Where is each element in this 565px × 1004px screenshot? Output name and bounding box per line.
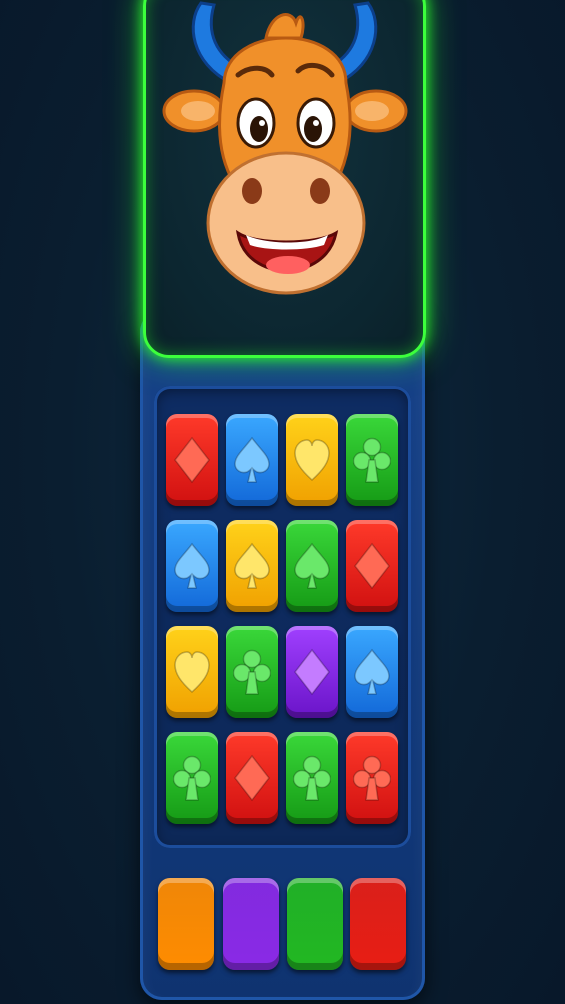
tile-green-club[interactable]	[346, 414, 398, 506]
palette-button-red[interactable]	[350, 878, 406, 970]
tile-yellow-heart[interactable]	[166, 626, 218, 718]
mascot-frame	[143, 0, 426, 358]
tile-red-diamond[interactable]	[346, 520, 398, 612]
tile-blue-spade[interactable]	[346, 626, 398, 718]
palette-button-purple[interactable]	[223, 878, 279, 970]
palette-button-green[interactable]	[287, 878, 343, 970]
club-icon	[293, 755, 331, 801]
club-icon	[233, 649, 271, 695]
club-icon	[353, 755, 391, 801]
tile-yellow-spade[interactable]	[226, 520, 278, 612]
tile-green-spade[interactable]	[286, 520, 338, 612]
diamond-icon	[354, 542, 390, 590]
spade-icon	[234, 436, 270, 483]
diamond-icon	[294, 648, 330, 696]
tile-green-club[interactable]	[166, 732, 218, 824]
tile-red-diamond[interactable]	[166, 414, 218, 506]
spade-icon	[174, 542, 210, 589]
spade-icon	[294, 542, 330, 589]
palette-button-orange[interactable]	[158, 878, 214, 970]
diamond-icon	[174, 436, 210, 484]
cartoon-bull-head-icon	[162, 1, 408, 295]
club-icon	[353, 437, 391, 483]
game-board	[154, 386, 411, 848]
club-icon	[173, 755, 211, 801]
diamond-icon	[234, 754, 270, 802]
tile-blue-spade[interactable]	[226, 414, 278, 506]
tile-red-diamond[interactable]	[226, 732, 278, 824]
tile-purple-diamond[interactable]	[286, 626, 338, 718]
tile-yellow-heart[interactable]	[286, 414, 338, 506]
heart-icon	[294, 439, 330, 482]
spade-icon	[354, 648, 390, 695]
tile-blue-spade[interactable]	[166, 520, 218, 612]
tile-red-club[interactable]	[346, 732, 398, 824]
heart-icon	[174, 651, 210, 694]
spade-icon	[234, 542, 270, 589]
tile-green-club[interactable]	[286, 732, 338, 824]
tile-green-club[interactable]	[226, 626, 278, 718]
